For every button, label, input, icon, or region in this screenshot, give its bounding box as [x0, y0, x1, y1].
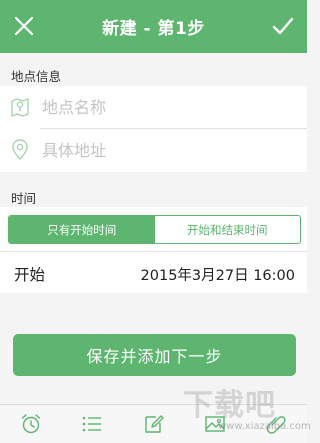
location-address-row — [0, 129, 307, 172]
alarm-clock-icon — [21, 414, 40, 434]
list-icon — [82, 416, 102, 432]
time-section-label: 时间 — [11, 191, 37, 206]
save-and-next-button[interactable]: 保存并添加下一步 — [13, 334, 296, 376]
header-bar: 新建 - 第1步 — [0, 0, 307, 53]
location-pin-icon — [12, 139, 28, 160]
location-name-row — [0, 86, 307, 129]
tab-list[interactable] — [61, 405, 122, 443]
paperclip-icon — [267, 416, 286, 434]
map-icon — [11, 98, 29, 117]
page-title: 新建 - 第1步 — [102, 19, 205, 39]
tab-start-and-end[interactable]: 开始和结束时间 — [155, 216, 301, 243]
start-time-row[interactable]: 开始 2015年3月27日 16:00 — [0, 251, 307, 293]
tab-start-only[interactable]: 只有开始时间 — [9, 216, 155, 243]
start-datetime-value[interactable]: 2015年3月27日 16:00 — [141, 264, 295, 285]
location-section-label: 地点信息 — [11, 69, 62, 84]
location-address-input[interactable] — [42, 129, 292, 172]
edit-note-icon — [144, 415, 164, 433]
time-mode-segmented-control: 只有开始时间 开始和结束时间 — [8, 215, 301, 244]
tab-alarm[interactable] — [0, 405, 61, 443]
tab-attachment[interactable] — [246, 405, 307, 443]
image-icon — [205, 416, 225, 432]
tab-edit[interactable] — [123, 405, 184, 443]
bottom-tab-bar — [0, 404, 307, 443]
start-label: 开始 — [14, 266, 46, 284]
check-icon[interactable] — [270, 13, 296, 39]
location-name-input[interactable] — [42, 86, 292, 129]
close-icon[interactable] — [11, 13, 37, 39]
tab-image[interactable] — [184, 405, 245, 443]
